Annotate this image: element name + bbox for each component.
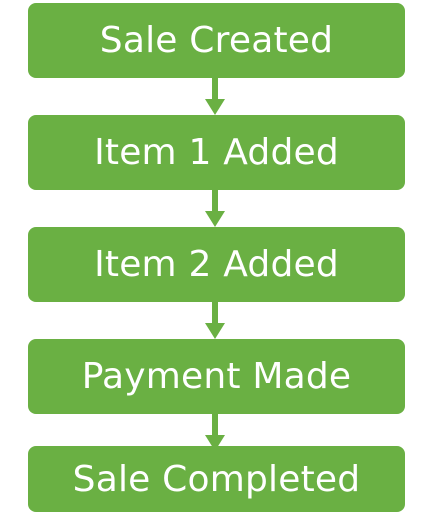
step-sale-completed: Sale Completed bbox=[28, 446, 405, 512]
step-item-2-added: Item 2 Added bbox=[28, 227, 405, 302]
arrow-down-icon bbox=[205, 302, 225, 339]
step-sale-created: Sale Created bbox=[28, 3, 405, 78]
step-payment-made: Payment Made bbox=[28, 339, 405, 414]
sale-flow-diagram: Sale Created Item 1 Added Item 2 Added P… bbox=[0, 0, 431, 516]
arrow-down-icon bbox=[205, 78, 225, 115]
step-item-1-added: Item 1 Added bbox=[28, 115, 405, 190]
arrow-down-icon bbox=[205, 190, 225, 227]
